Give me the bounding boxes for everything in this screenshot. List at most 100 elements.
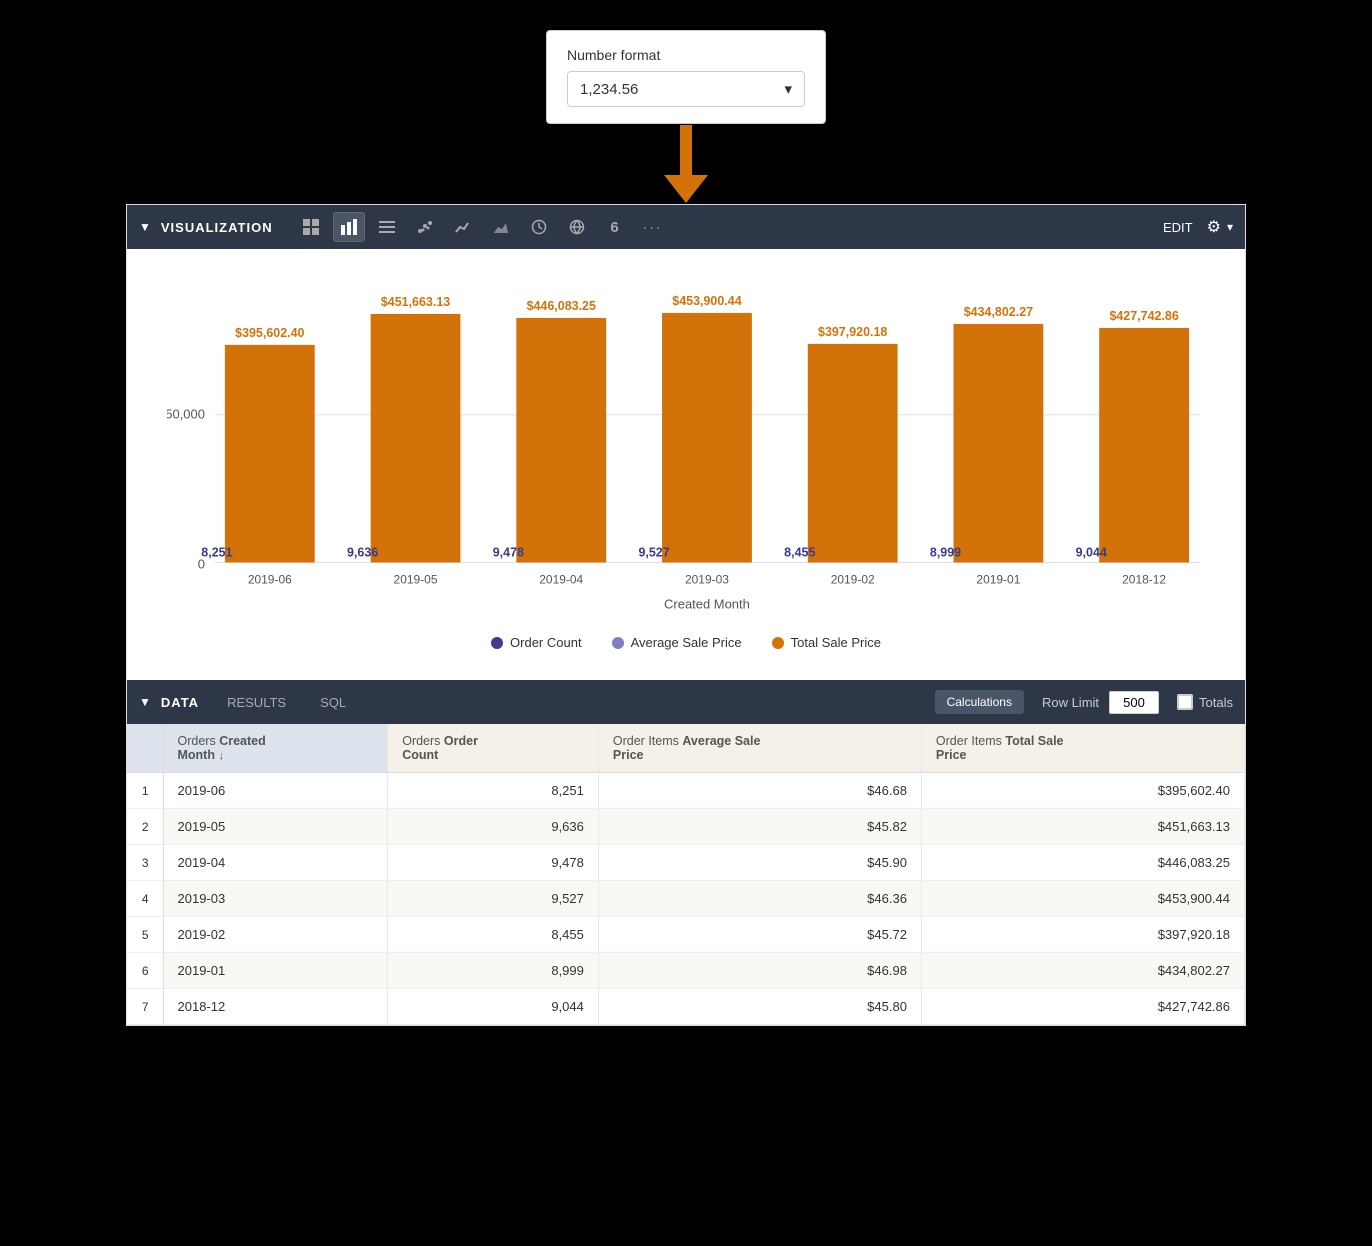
scatter-icon-btn[interactable] [409, 212, 441, 242]
area-icon-btn[interactable] [485, 212, 517, 242]
bar-chart-icon-btn[interactable] [333, 212, 365, 242]
results-tab[interactable]: RESULTS [213, 689, 300, 716]
total-sale-price-legend-label: Total Sale Price [791, 635, 881, 650]
avg-price-cell: $46.68 [598, 773, 921, 809]
row-num-header [127, 724, 163, 773]
row-number: 6 [127, 953, 163, 989]
calculations-button[interactable]: Calculations [935, 690, 1024, 714]
avg-price-cell: $45.72 [598, 917, 921, 953]
svg-text:2019-06: 2019-06 [248, 572, 292, 586]
svg-text:$453,900.44: $453,900.44 [672, 294, 741, 308]
row-limit-label: Row Limit [1042, 695, 1099, 710]
avg-price-cell: $45.82 [598, 809, 921, 845]
table-row: 4 2019-03 9,527 $46.36 $453,900.44 [127, 881, 1245, 917]
count-cell: 9,527 [388, 881, 599, 917]
totals-checkbox-group: Totals [1177, 694, 1233, 710]
svg-text:9,527: 9,527 [638, 545, 669, 559]
month-col-header[interactable]: Orders CreatedMonth ↓ [163, 724, 388, 773]
number-format-label: Number format [567, 47, 805, 63]
svg-text:2019-01: 2019-01 [976, 572, 1020, 586]
legend-total-sale-price: Total Sale Price [772, 635, 881, 650]
chevron-down-icon: ▾ [784, 80, 792, 98]
bar-group-2019-05: $451,663.13 9,636 2019-05 [347, 295, 460, 586]
svg-text:$446,083.25: $446,083.25 [527, 299, 596, 313]
svg-text:9,044: 9,044 [1076, 545, 1107, 559]
map-icon-btn[interactable] [561, 212, 593, 242]
avg-sale-price-legend-dot [612, 637, 624, 649]
data-table: Orders CreatedMonth ↓ Orders OrderCount … [127, 724, 1245, 1025]
row-number: 4 [127, 881, 163, 917]
row-number: 7 [127, 989, 163, 1025]
clock-icon-btn[interactable] [523, 212, 555, 242]
list-icon-btn[interactable] [371, 212, 403, 242]
main-container: ▼ VISUALIZATION [126, 204, 1246, 1026]
row-number: 1 [127, 773, 163, 809]
table-row: 2 2019-05 9,636 $45.82 $451,663.13 [127, 809, 1245, 845]
chart-area: 250,000 0 $395,602.40 8,251 2019-06 $ [127, 249, 1245, 680]
totals-checkbox[interactable] [1177, 694, 1193, 710]
row-number: 3 [127, 845, 163, 881]
order-count-legend-dot [491, 637, 503, 649]
order-count-legend-label: Order Count [510, 635, 582, 650]
edit-button[interactable]: EDIT [1163, 220, 1193, 235]
avg-sale-price-legend-label: Average Sale Price [631, 635, 742, 650]
svg-text:8,999: 8,999 [930, 545, 961, 559]
count-cell: 9,636 [388, 809, 599, 845]
avg-price-cell: $46.36 [598, 881, 921, 917]
table-row: 5 2019-02 8,455 $45.72 $397,920.18 [127, 917, 1245, 953]
more-icon-btn[interactable]: ··· [637, 212, 669, 242]
month-cell: 2019-01 [163, 953, 388, 989]
legend-avg-sale-price: Average Sale Price [612, 635, 742, 650]
bar-chart: 250,000 0 $395,602.40 8,251 2019-06 $ [167, 279, 1205, 623]
bar-group-2019-01: $434,802.27 8,999 2019-01 [930, 305, 1043, 586]
avg-price-cell: $45.80 [598, 989, 921, 1025]
bar-group-2019-04: $446,083.25 9,478 2019-04 [493, 299, 606, 586]
data-header: ▼ DATA RESULTS SQL Calculations Row Limi… [127, 680, 1245, 724]
total-price-cell: $395,602.40 [921, 773, 1244, 809]
count-cell: 8,251 [388, 773, 599, 809]
bar-group-2019-06: $395,602.40 8,251 2019-06 [201, 326, 314, 587]
bar-group-2019-02: $397,920.18 8,455 2019-02 [784, 325, 897, 587]
count-col-header[interactable]: Orders OrderCount [388, 724, 599, 773]
svg-text:2019-05: 2019-05 [394, 572, 438, 586]
count-cell: 8,455 [388, 917, 599, 953]
avg-price-cell: $46.98 [598, 953, 921, 989]
svg-text:Created Month: Created Month [664, 596, 750, 611]
svg-text:2019-02: 2019-02 [831, 572, 875, 586]
sql-tab[interactable]: SQL [306, 689, 360, 716]
row-number: 2 [127, 809, 163, 845]
settings-icon[interactable]: ⚙ [1207, 217, 1221, 237]
table-icon-btn[interactable] [295, 212, 327, 242]
data-collapse-icon[interactable]: ▼ [139, 695, 151, 709]
month-cell: 2019-06 [163, 773, 388, 809]
count-cell: 8,999 [388, 953, 599, 989]
svg-text:$451,663.13: $451,663.13 [381, 295, 450, 309]
count-cell: 9,478 [388, 845, 599, 881]
viz-collapse-icon[interactable]: ▼ [139, 220, 151, 234]
svg-text:9,636: 9,636 [347, 545, 378, 559]
line-icon-btn[interactable] [447, 212, 479, 242]
settings-dropdown-icon[interactable]: ▾ [1227, 220, 1233, 234]
avg-price-cell: $45.90 [598, 845, 921, 881]
totals-label: Totals [1199, 695, 1233, 710]
row-number: 5 [127, 917, 163, 953]
number-icon-btn[interactable]: 6 [599, 212, 631, 242]
svg-text:2018-12: 2018-12 [1122, 572, 1166, 586]
total-price-col-header[interactable]: Order Items Total SalePrice [921, 724, 1244, 773]
bar-group-2018-12: $427,742.86 9,044 2018-12 [1076, 309, 1189, 586]
total-sale-price-legend-dot [772, 637, 784, 649]
data-title: DATA [161, 695, 199, 710]
count-cell: 9,044 [388, 989, 599, 1025]
row-limit-input[interactable] [1109, 691, 1159, 714]
svg-text:$434,802.27: $434,802.27 [964, 305, 1033, 319]
table-row: 3 2019-04 9,478 $45.90 $446,083.25 [127, 845, 1245, 881]
table-row: 1 2019-06 8,251 $46.68 $395,602.40 [127, 773, 1245, 809]
month-cell: 2019-02 [163, 917, 388, 953]
table-row: 7 2018-12 9,044 $45.80 $427,742.86 [127, 989, 1245, 1025]
chart-legend: Order Count Average Sale Price Total Sal… [167, 623, 1205, 670]
number-format-select[interactable]: 1,234.56 ▾ [567, 71, 805, 107]
total-price-cell: $397,920.18 [921, 917, 1244, 953]
month-cell: 2019-03 [163, 881, 388, 917]
month-cell: 2019-05 [163, 809, 388, 845]
avg-price-col-header[interactable]: Order Items Average SalePrice [598, 724, 921, 773]
